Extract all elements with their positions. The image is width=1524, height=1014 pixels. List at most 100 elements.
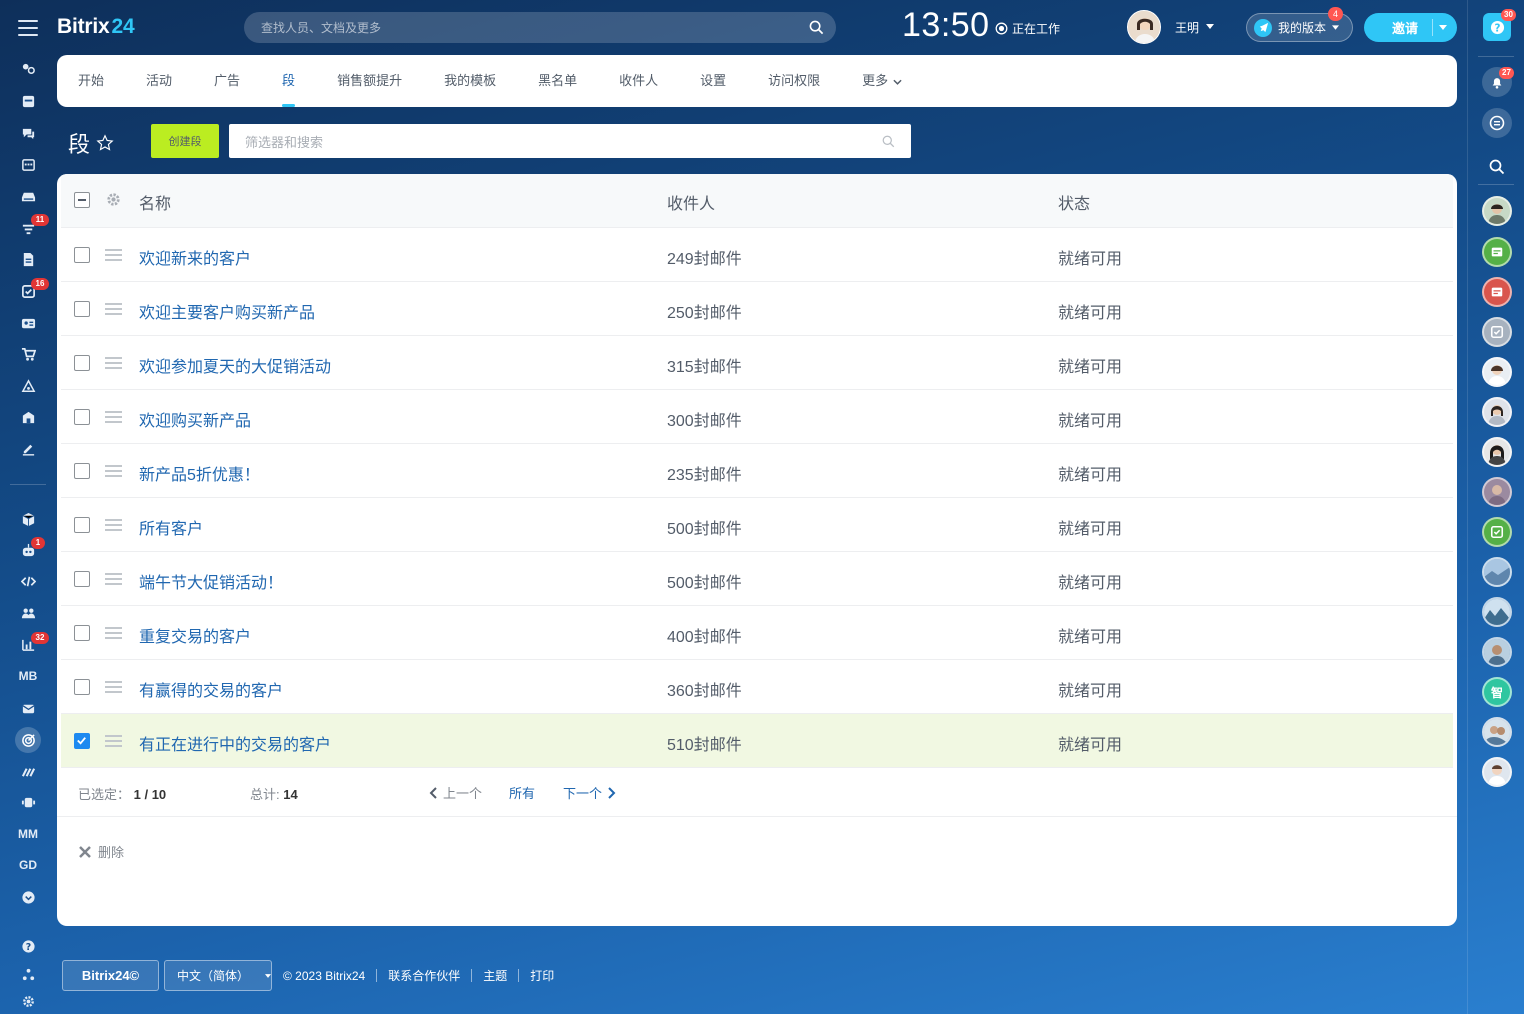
developer-icon[interactable] [16,569,40,593]
footer-link-print[interactable]: 打印 [530,967,554,984]
footer-link-partner[interactable]: 联系合作伙伴 [388,967,460,984]
tab-9[interactable]: 访问权限 [747,55,841,107]
search-icon[interactable] [882,135,895,148]
row-checkbox[interactable] [74,571,90,587]
search-icon[interactable] [809,20,824,35]
star-icon[interactable] [96,134,114,152]
delete-button[interactable]: 删除 [78,842,124,861]
shop-cart-icon[interactable] [16,342,40,366]
chat-avatar[interactable] [1482,397,1512,427]
app-logo[interactable]: Bitrix24 [57,15,135,39]
drag-handle-icon[interactable] [105,303,122,315]
segment-name-link[interactable]: 有正在进行中的交易的客户 [139,731,331,755]
company-icon[interactable] [16,405,40,429]
marketing-icon[interactable] [15,727,41,753]
next-page-button[interactable]: 下一个 [563,783,602,802]
drag-handle-icon[interactable] [105,411,122,423]
chat-avatar[interactable] [1482,597,1512,627]
table-row[interactable]: 端午节大促销活动！ 500封邮件 就绪可用 [61,552,1453,606]
work-status[interactable]: 正在工作 [995,20,1060,37]
team-icon[interactable] [16,601,40,625]
box-icon[interactable] [16,507,40,531]
user-name[interactable]: 王明 [1175,19,1199,36]
group-chat-icon[interactable] [1482,237,1512,267]
segment-name-link[interactable]: 端午节大促销活动！ [139,569,283,593]
table-row[interactable]: 欢迎主要客户购买新产品 250封邮件 就绪可用 [61,282,1453,336]
tab-4[interactable]: 销售额提升 [316,55,423,107]
segment-name-link[interactable]: 欢迎主要客户购买新产品 [139,299,315,323]
drag-handle-icon[interactable] [105,627,122,639]
language-select[interactable]: 中文（简体） [164,960,272,991]
global-search-input[interactable]: 查找人员、文档及更多 [244,12,836,43]
feed-icon[interactable] [16,89,40,113]
table-row[interactable]: 欢迎新来的客户 249封邮件 就绪可用 [61,228,1453,282]
invite-button[interactable]: 邀请 [1364,13,1457,42]
telephony-icon[interactable] [16,790,40,814]
footer-link-theme[interactable]: 主题 [483,967,507,984]
create-segment-button[interactable]: 创建段 [151,124,219,158]
drag-handle-icon[interactable] [105,735,122,747]
table-row[interactable]: 欢迎购买新产品 300封邮件 就绪可用 [61,390,1453,444]
tab-5[interactable]: 我的模板 [423,55,517,107]
chat-avatar[interactable] [1482,557,1512,587]
sidebar-item-mm[interactable]: MM [16,822,40,846]
drag-handle-icon[interactable] [105,573,122,585]
drag-handle-icon[interactable] [105,465,122,477]
chat-avatar[interactable] [1482,477,1512,507]
all-pages-link[interactable]: 所有 [509,783,535,802]
tab-3[interactable]: 段 [261,55,316,107]
grid-settings-gear-icon[interactable] [105,191,122,208]
tab-0[interactable]: 开始 [57,55,125,107]
row-checkbox[interactable] [74,247,90,263]
table-row[interactable]: 有正在进行中的交易的客户 510封邮件 就绪可用 [61,714,1453,768]
caret-down-icon[interactable] [1439,25,1447,30]
sidebar-item-gd[interactable]: GD [16,853,40,877]
row-checkbox[interactable] [74,733,90,749]
column-header-status[interactable]: 状态 [1058,190,1090,214]
tab-6[interactable]: 黑名单 [517,55,598,107]
chat-avatar[interactable] [1482,437,1512,467]
clock[interactable]: 13:50 [902,6,990,45]
row-checkbox[interactable] [74,517,90,533]
segment-name-link[interactable]: 所有客户 [139,515,203,539]
table-row[interactable]: 欢迎参加夏天的大促销活动 315封邮件 就绪可用 [61,336,1453,390]
sites-icon[interactable] [16,374,40,398]
drag-handle-icon[interactable] [105,249,122,261]
segment-name-link[interactable]: 新产品5折优惠！ [139,461,260,485]
chevron-right-icon[interactable] [608,786,616,799]
sales-icon[interactable] [16,759,40,783]
segment-name-link[interactable]: 有赢得的交易的客户 [139,677,283,701]
tab-8[interactable]: 设置 [679,55,747,107]
structure-icon[interactable] [16,962,40,986]
row-checkbox[interactable] [74,301,90,317]
tab-1[interactable]: 活动 [125,55,193,107]
caret-down-icon[interactable] [1206,24,1214,29]
segment-name-link[interactable]: 欢迎新来的客户 [139,245,251,269]
table-row[interactable]: 有赢得的交易的客户 360封邮件 就绪可用 [61,660,1453,714]
sidebar-item-mb[interactable]: MB [16,664,40,688]
mail-icon[interactable] [16,696,40,720]
messages-icon[interactable] [1482,108,1512,138]
table-row[interactable]: 所有客户 500封邮件 就绪可用 [61,498,1453,552]
chat-avatar[interactable] [1482,717,1512,747]
disk-icon[interactable] [16,184,40,208]
tab-2[interactable]: 广告 [193,55,261,107]
contacts-icon[interactable] [16,311,40,335]
chat-initial-avatar[interactable]: 智 [1482,677,1512,707]
chat-avatar[interactable] [1482,357,1512,387]
user-avatar[interactable] [1127,10,1161,44]
chevron-down-circle-icon[interactable] [16,885,40,909]
calendar-icon[interactable] [16,152,40,176]
prev-page-button[interactable]: 上一个 [443,783,482,802]
group-chat-icon[interactable] [1482,277,1512,307]
task-chat-icon[interactable] [1482,517,1512,547]
chat-avatar[interactable] [1482,637,1512,667]
tab-10[interactable]: 更多 [841,55,923,107]
segment-name-link[interactable]: 欢迎参加夏天的大促销活动 [139,353,331,377]
drag-handle-icon[interactable] [105,357,122,369]
row-checkbox[interactable] [74,355,90,371]
chat-avatar[interactable] [1482,757,1512,787]
sign-icon[interactable] [16,436,40,460]
footer-logo-button[interactable]: Bitrix24© [62,960,159,991]
table-row[interactable]: 重复交易的客户 400封邮件 就绪可用 [61,606,1453,660]
